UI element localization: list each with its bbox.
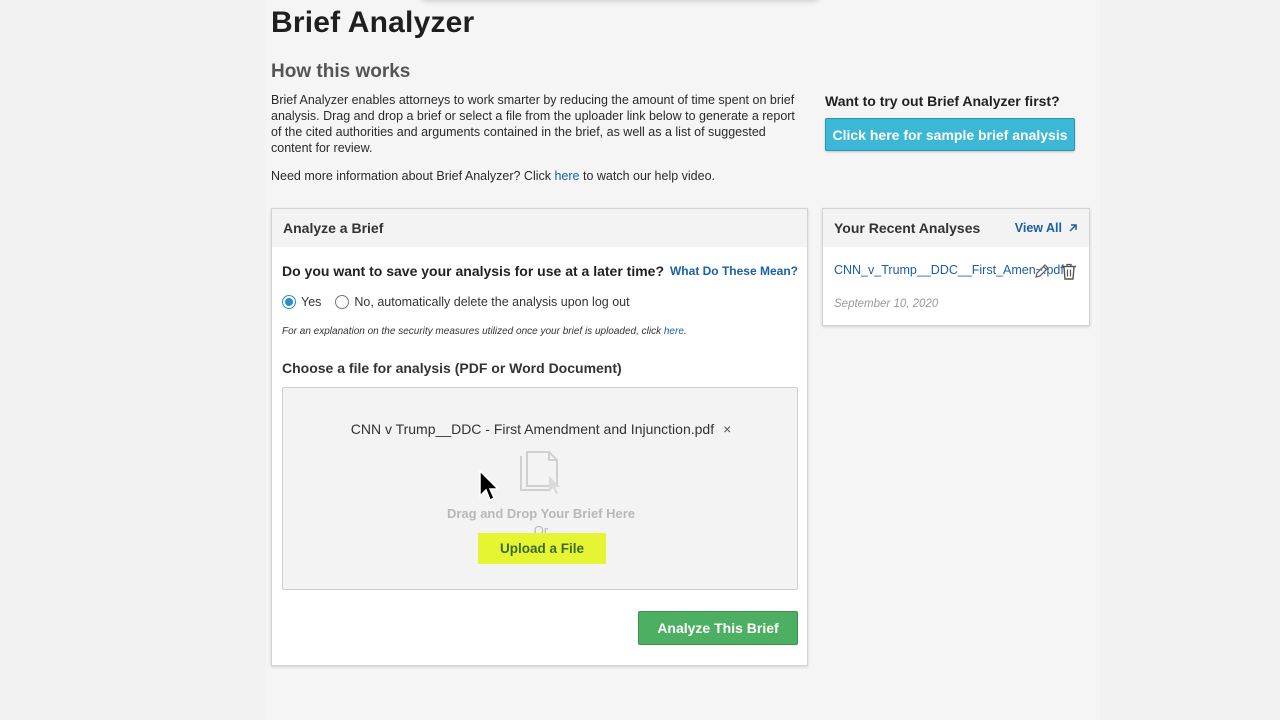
recent-panel-title: Your Recent Analyses xyxy=(834,220,981,236)
recent-file-link[interactable]: CNN_v_Trump__DDC__First_Amen~.pdf xyxy=(834,262,1064,278)
drag-drop-text: Drag and Drop Your Brief Here xyxy=(446,506,636,521)
radio-no[interactable] xyxy=(335,295,350,309)
recent-panel-header: Your Recent Analyses View All xyxy=(823,209,1089,247)
trash-icon[interactable] xyxy=(1061,263,1077,280)
security-note: For an explanation on the security measu… xyxy=(282,326,687,337)
sample-prompt: Want to try out Brief Analyzer first? xyxy=(825,93,1060,109)
sample-analysis-button[interactable]: Click here for sample brief analysis xyxy=(825,118,1075,151)
document-icon xyxy=(520,451,560,494)
analyze-brief-button[interactable]: Analyze This Brief xyxy=(638,611,798,645)
security-link[interactable]: here xyxy=(664,326,684,337)
intro-text: Brief Analyzer enables attorneys to work… xyxy=(271,93,795,155)
save-question: Do you want to save your analysis for us… xyxy=(282,263,665,279)
view-all-link[interactable]: View All xyxy=(1015,221,1078,235)
analyze-panel-header: Analyze a Brief xyxy=(272,209,807,247)
option-no-label: No, automatically delete the analysis up… xyxy=(354,295,630,309)
security-prefix: For an explanation on the security measu… xyxy=(282,326,664,337)
recent-file-date: September 10, 2020 xyxy=(834,298,939,310)
radio-yes[interactable] xyxy=(282,295,296,309)
analyze-panel-title: Analyze a Brief xyxy=(283,220,384,236)
page-title: Brief Analyzer xyxy=(271,6,475,39)
security-suffix: . xyxy=(683,326,687,337)
remove-file-icon[interactable]: × xyxy=(723,421,731,437)
recent-analyses-panel: Your Recent Analyses View All CNN_v_Trum… xyxy=(822,208,1090,326)
selected-file-name: CNN v Trump__DDC - First Amendment and I… xyxy=(350,421,715,437)
external-arrow-icon xyxy=(1069,224,1077,232)
save-question-row: Do you want to save your analysis for us… xyxy=(282,263,798,279)
edit-icon[interactable] xyxy=(1034,263,1050,279)
selected-file-row: CNN v Trump__DDC - First Amendment and I… xyxy=(283,421,799,437)
mouse-cursor-icon xyxy=(479,470,500,502)
help-prefix: Need more information about Brief Analyz… xyxy=(271,169,555,183)
save-options: Yes No, automatically delete the analysi… xyxy=(282,295,644,309)
choose-file-label: Choose a file for analysis (PDF or Word … xyxy=(282,360,622,376)
option-yes-label: Yes xyxy=(301,295,322,309)
what-do-these-mean-link[interactable]: What Do These Mean? xyxy=(670,264,798,278)
upload-file-button[interactable]: Upload a File xyxy=(478,533,606,564)
option-no[interactable]: No, automatically delete the analysis up… xyxy=(335,295,630,309)
analyze-brief-panel: Analyze a Brief Do you want to save your… xyxy=(271,208,808,666)
how-it-works-heading: How this works xyxy=(271,61,411,82)
help-video-link[interactable]: here xyxy=(554,169,579,183)
file-dropzone[interactable]: CNN v Trump__DDC - First Amendment and I… xyxy=(282,387,798,590)
option-yes[interactable]: Yes xyxy=(282,295,321,309)
view-all-label: View All xyxy=(1014,221,1062,235)
help-video-line: Need more information about Brief Analyz… xyxy=(271,169,715,183)
help-suffix: to watch our help video. xyxy=(579,169,715,183)
